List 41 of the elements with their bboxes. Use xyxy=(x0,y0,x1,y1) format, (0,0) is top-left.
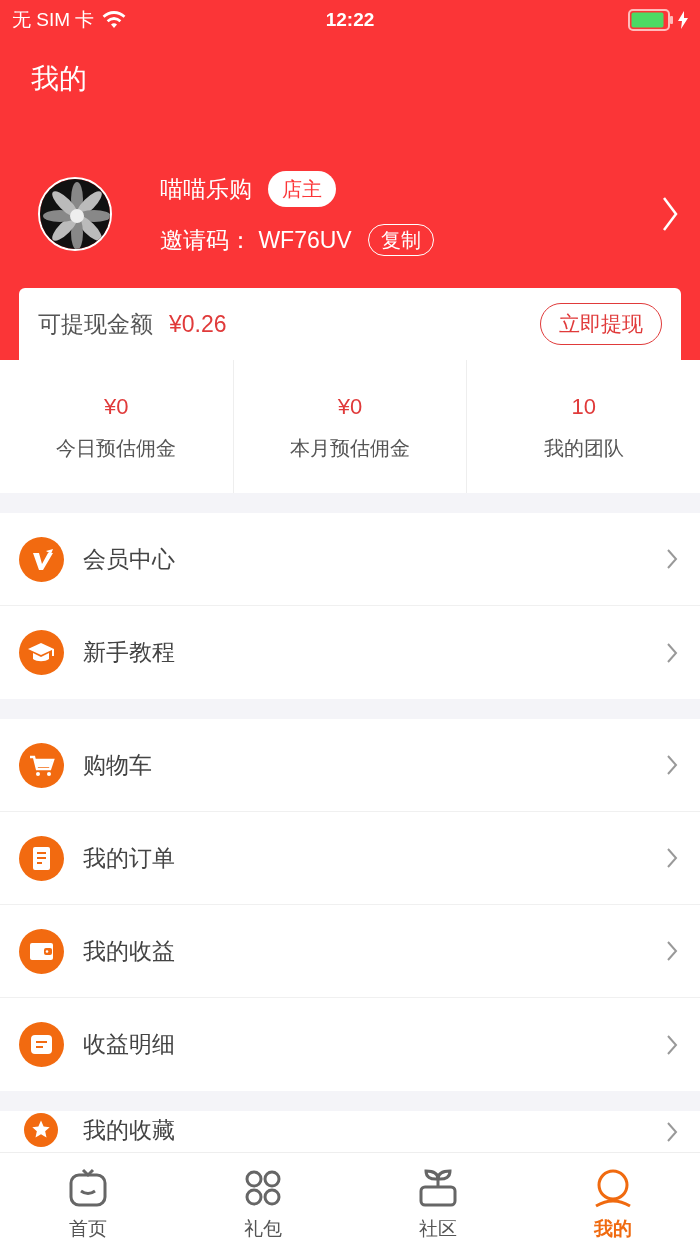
chevron-right-icon xyxy=(666,641,678,664)
menu-item[interactable]: 我的订单 xyxy=(0,812,700,905)
message-icon xyxy=(19,1022,64,1067)
balance-amount: ¥0.26 xyxy=(169,309,227,339)
user-name: 喵喵乐购 xyxy=(160,174,252,204)
menu-item[interactable]: 我的收藏 xyxy=(0,1111,700,1151)
graduation-cap-icon xyxy=(19,630,64,675)
cart-icon xyxy=(19,742,64,788)
letter-v-icon xyxy=(19,536,64,582)
menu-item[interactable]: 会员中心 xyxy=(0,513,700,606)
tab[interactable]: 礼包 xyxy=(175,1153,350,1244)
menu-item[interactable]: 购物车 xyxy=(0,719,700,812)
chevron-right-icon xyxy=(666,1033,678,1056)
wifi-icon xyxy=(102,11,127,29)
wallet-icon xyxy=(19,928,64,974)
battery-icon xyxy=(628,9,674,31)
chevron-right-icon[interactable] xyxy=(662,196,678,232)
chevron-right-icon xyxy=(666,754,678,776)
chevron-right-icon xyxy=(666,548,678,570)
stat-value: ¥0 xyxy=(337,393,363,421)
page-title: 我的 xyxy=(30,62,88,96)
time-text: 12:22 xyxy=(324,7,376,32)
tab[interactable]: 社区 xyxy=(350,1153,525,1244)
chevron-right-icon xyxy=(666,847,678,869)
chevron-right-icon xyxy=(666,940,678,962)
withdraw-button[interactable]: 立即提现 xyxy=(540,303,662,345)
invite-code-text: 邀请码： WF76UV xyxy=(160,225,352,255)
tab[interactable]: 首页 xyxy=(0,1153,175,1244)
balance-label: 可提现金额 xyxy=(38,309,153,339)
menu-item[interactable]: 收益明细 xyxy=(0,998,700,1091)
stat-value: ¥0 xyxy=(104,393,129,421)
document-icon xyxy=(19,835,64,881)
carrier-text: 无 SIM 卡 xyxy=(12,7,95,32)
menu-item[interactable]: 新手教程 xyxy=(0,606,700,699)
stat-label: 我的团队 xyxy=(543,436,624,461)
chevron-right-icon xyxy=(666,1121,678,1143)
stat-label: 今日预估佣金 xyxy=(56,436,177,461)
stat-value: 10 xyxy=(571,393,596,421)
stat-label: 本月预估佣金 xyxy=(290,436,410,461)
role-tag: 店主 xyxy=(268,170,336,207)
menu-item[interactable]: 我的收益 xyxy=(0,905,700,998)
